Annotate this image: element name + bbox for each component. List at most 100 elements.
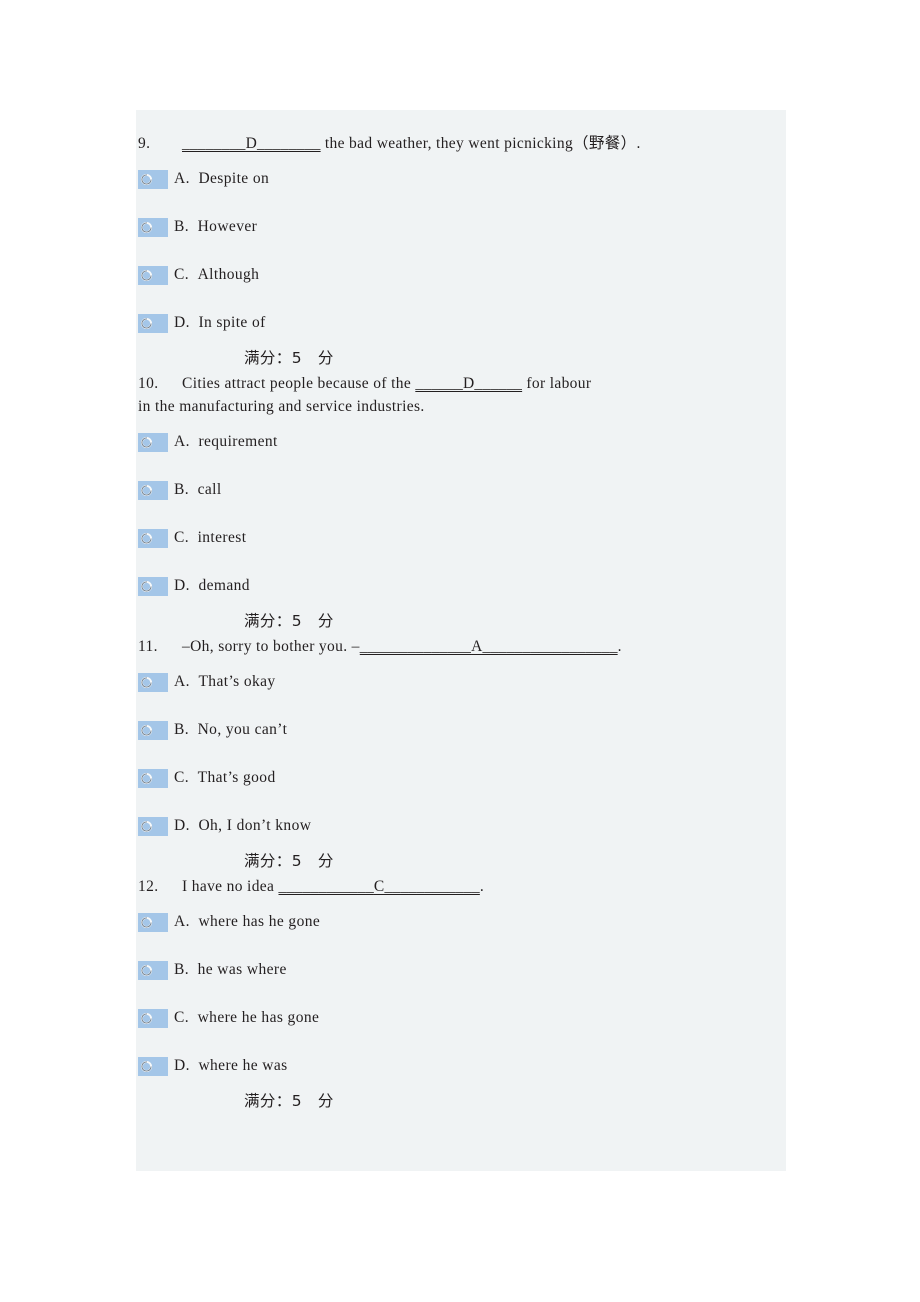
stem-text-after-blank: for labour [522,375,592,392]
full-score-label: 满分：5 分 [244,612,334,630]
option-row[interactable]: C. Although [136,251,786,299]
option-letter: C. [174,769,190,786]
question-stem: 9. ________D________ the bad weather, the… [136,132,786,155]
option-letter: D. [174,1057,190,1074]
option-row[interactable]: D. In spite of [136,299,786,347]
option-text: Despite on [198,170,270,187]
option-text: No, you can’t [197,721,288,738]
option-row[interactable]: A. That’s okay [136,658,786,706]
filled-answer-letter: C [373,878,385,895]
question-block: 11. –Oh, sorry to bother you. –__________… [136,635,786,873]
stem-text-after-blank: the bad weather, they went picnicking（野餐… [320,135,641,152]
panel-bottom-spacer [136,1115,786,1149]
option-spacer [189,961,198,979]
option-text: Although [197,266,260,283]
option-spacer [189,1009,198,1027]
option-spacer [190,433,199,451]
option-text: interest [197,529,247,546]
blank-underscores-left: ____________ [278,878,374,895]
option-spacer [189,529,198,547]
blank-underscores-right: ______ [474,375,523,392]
blank-underscores-right: ________ [257,135,321,152]
answer-blank: ______D______ [415,375,522,392]
option-letter: C. [174,529,190,546]
radio-button-icon[interactable] [138,816,168,836]
blank-underscores-left: ________ [182,135,246,152]
stem-text-before-blank: I have no idea [182,878,279,895]
radio-button-icon[interactable] [138,265,168,285]
option-row[interactable]: A. requirement [136,418,786,466]
question-block: 9. ________D________ the bad weather, the… [136,132,786,370]
document-page: 9. ________D________ the bad weather, the… [0,0,920,1302]
option-spacer [190,913,199,931]
option-spacer [189,218,198,236]
question-number: 11. [138,638,158,655]
radio-button-icon[interactable] [138,576,168,596]
question-stem: 10. Cities attract people because of the … [136,372,786,418]
option-row[interactable]: C. where he has gone [136,994,786,1042]
option-letter: C. [174,266,190,283]
option-text: where he was [198,1057,288,1074]
option-text: Oh, I don’t know [198,817,312,834]
option-letter: D. [174,314,190,331]
option-letter: B. [174,218,190,235]
radio-button-icon[interactable] [138,217,168,237]
option-text: requirement [198,433,278,450]
option-row[interactable]: B. he was where [136,946,786,994]
option-text: where has he gone [198,913,321,930]
option-spacer [190,314,199,332]
option-row[interactable]: B. call [136,466,786,514]
blank-underscores-left: ______________ [359,638,472,655]
option-spacer [190,170,199,188]
option-text: where he has gone [197,1009,320,1026]
question-number: 12. [138,878,159,895]
radio-button-icon[interactable] [138,480,168,500]
option-spacer [189,769,198,787]
option-spacer [189,481,198,499]
radio-button-icon[interactable] [138,313,168,333]
option-letter: D. [174,577,190,594]
full-score-label: 满分：5 分 [244,1092,334,1110]
option-row[interactable]: D. demand [136,562,786,610]
stem-text-line-2: in the manufacturing and service industr… [138,398,425,415]
filled-answer-letter: A [471,638,483,655]
radio-button-icon[interactable] [138,528,168,548]
question-number: 10. [138,375,159,392]
option-spacer [189,721,198,739]
option-letter: A. [174,673,190,690]
question-block: 12. I have no idea ____________C_________… [136,875,786,1113]
option-spacer [190,817,199,835]
question-number: 9. [138,135,151,152]
radio-button-icon[interactable] [138,169,168,189]
option-letter: A. [174,913,190,930]
option-text: That’s good [197,769,276,786]
radio-button-icon[interactable] [138,960,168,980]
option-row[interactable]: B. However [136,203,786,251]
blank-underscores-left: ______ [415,375,464,392]
option-row[interactable]: C. That’s good [136,754,786,802]
option-row[interactable]: D. where he was [136,1042,786,1090]
question-block: 10. Cities attract people because of the … [136,372,786,633]
option-row[interactable]: C. interest [136,514,786,562]
radio-button-icon[interactable] [138,912,168,932]
option-row[interactable]: D. Oh, I don’t know [136,802,786,850]
option-text: That’s okay [198,673,276,690]
answer-blank: ____________C____________ [279,878,480,895]
option-text: demand [198,577,250,594]
option-row[interactable]: B. No, you can’t [136,706,786,754]
option-letter: D. [174,817,190,834]
stem-text-after-blank: . [479,878,485,895]
radio-button-icon[interactable] [138,1056,168,1076]
option-letter: A. [174,433,190,450]
option-row[interactable]: A. Despite on [136,155,786,203]
option-row[interactable]: A. where has he gone [136,898,786,946]
radio-button-icon[interactable] [138,672,168,692]
blank-underscores-right: ____________ [384,878,480,895]
radio-button-icon[interactable] [138,768,168,788]
radio-button-icon[interactable] [138,1008,168,1028]
full-score-label: 满分：5 分 [244,852,334,870]
radio-button-icon[interactable] [138,720,168,740]
radio-button-icon[interactable] [138,432,168,452]
quiz-content-panel: 9. ________D________ the bad weather, the… [136,110,786,1171]
option-letter: B. [174,961,190,978]
